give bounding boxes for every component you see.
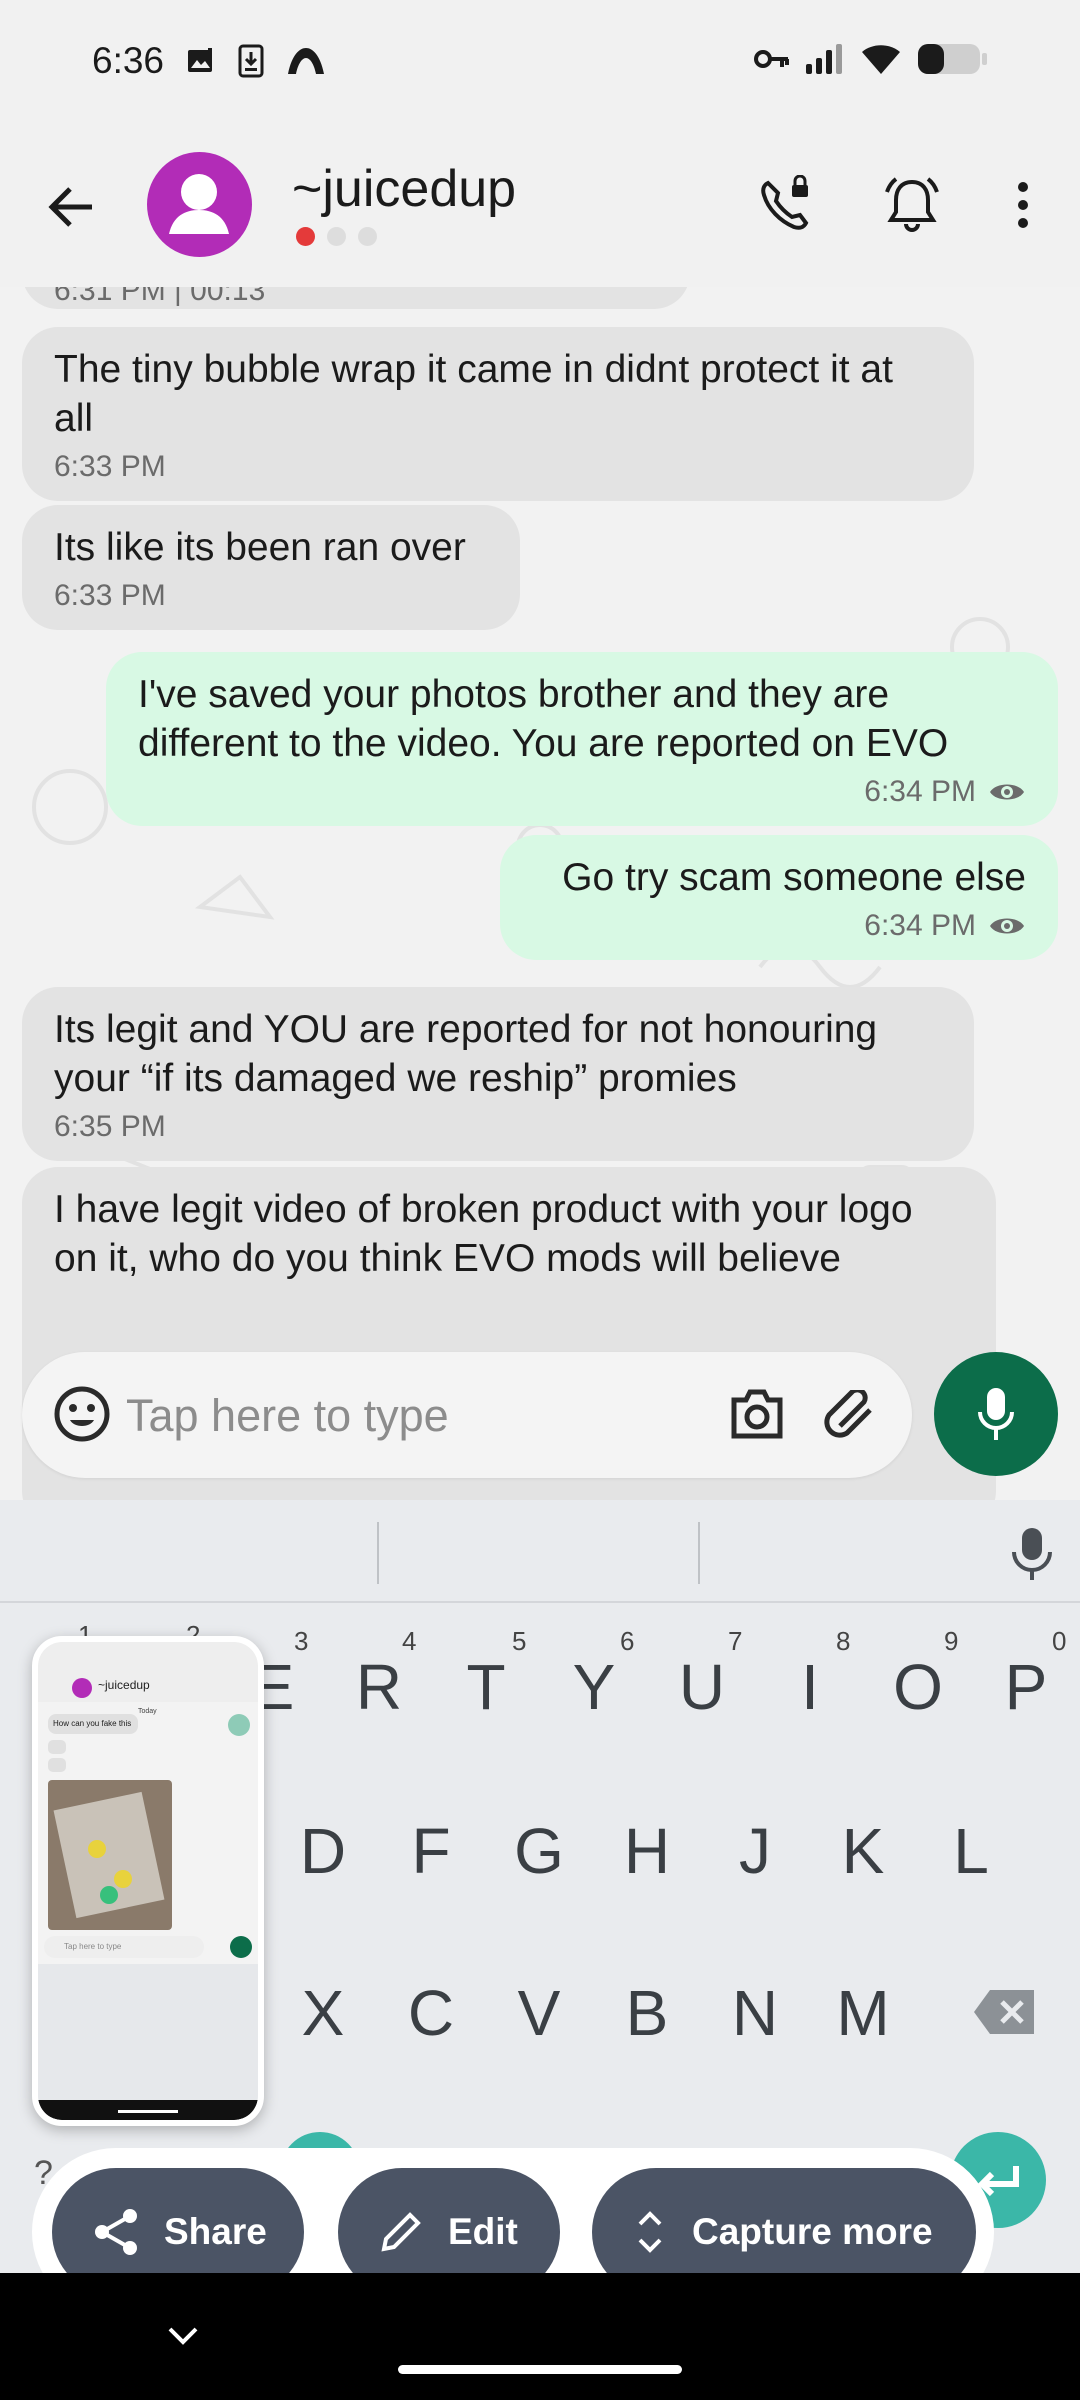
edit-label: Edit (448, 2211, 518, 2252)
download-icon (238, 44, 264, 78)
status-icons-right (754, 42, 988, 76)
key-u[interactable]: U (657, 1650, 747, 1724)
key-v[interactable]: V (494, 1976, 584, 2050)
expand-icon (638, 2211, 662, 2253)
status-time: 6:36 (92, 40, 165, 81)
message-bubble-incoming[interactable]: The tiny bubble wrap it came in didnt pr… (22, 327, 974, 501)
message-composer[interactable]: Tap here to type (22, 1352, 912, 1478)
key-icon (754, 50, 789, 68)
key-c[interactable]: C (386, 1976, 476, 2050)
key-h[interactable]: H (602, 1814, 692, 1888)
chat-area[interactable]: 6:31 PM | 00:13 The tiny bubble wrap it … (0, 287, 1080, 1500)
keyboard-mic-icon[interactable] (1010, 1526, 1054, 1582)
preview-message: How can you fake this (48, 1714, 138, 1734)
emoji-icon[interactable] (52, 1384, 112, 1444)
message-input[interactable]: Tap here to type (126, 1390, 449, 1442)
more-options-button[interactable] (988, 170, 1058, 240)
key-m[interactable]: M (818, 1976, 908, 2050)
message-text: The tiny bubble wrap it came in didnt pr… (54, 348, 893, 440)
message-text: Go try scam someone else (562, 856, 1026, 899)
camera-icon[interactable] (728, 1386, 786, 1442)
message-meta: 6:34 PM (138, 774, 1026, 810)
message-text: I have legit video of broken product wit… (54, 1188, 913, 1280)
key-b[interactable]: B (602, 1976, 692, 2050)
contact-name[interactable]: ~juicedup (292, 159, 516, 219)
share-icon (95, 2209, 137, 2255)
message-bubble-outgoing[interactable]: I've saved your photos brother and they … (106, 652, 1058, 826)
capture-more-label: Capture more (692, 2211, 933, 2252)
message-bubble-partial[interactable]: 6:31 PM | 00:13 (22, 287, 690, 309)
signal-icon (806, 44, 842, 74)
message-time: 6:34 PM (864, 909, 976, 942)
message-bubble-incoming[interactable]: Its like its been ran over 6:33 PM (22, 505, 520, 630)
key-p[interactable]: P (981, 1650, 1071, 1724)
gallery-icon (188, 48, 212, 72)
voice-message-button[interactable] (934, 1352, 1058, 1476)
preview-date: Today (138, 1708, 157, 1715)
message-time: 6:33 PM (54, 579, 166, 612)
avatar[interactable] (147, 152, 252, 257)
vpn-icon (288, 48, 324, 74)
backspace-icon[interactable] (972, 1988, 1038, 2036)
message-bubble-outgoing[interactable]: Go try scam someone else 6:34 PM (500, 835, 1058, 960)
share-label: Share (164, 2211, 267, 2252)
attach-icon[interactable] (820, 1390, 878, 1440)
pencil-icon (381, 2212, 421, 2252)
chat-header: ~juicedup (0, 125, 1080, 287)
screenshot-preview[interactable]: ~juicedup How can you fake this Today Ta… (32, 1636, 264, 2126)
seen-eye-icon (990, 918, 1024, 934)
key-i[interactable]: I (765, 1650, 855, 1724)
message-time: 6:35 PM (54, 1110, 166, 1143)
key-y[interactable]: Y (549, 1650, 639, 1724)
key-o[interactable]: O (873, 1650, 963, 1724)
key-d[interactable]: D (278, 1814, 368, 1888)
avatar-icon (169, 174, 229, 234)
message-meta: 6:34 PM (532, 908, 1026, 944)
key-f[interactable]: F (386, 1814, 476, 1888)
navigation-bar (0, 2273, 1080, 2400)
key-n[interactable]: N (710, 1976, 800, 2050)
more-vert-icon (1018, 182, 1028, 228)
seen-eye-icon (990, 784, 1024, 800)
message-text: I've saved your photos brother and they … (138, 673, 949, 765)
preview-content: ~juicedup How can you fake this Today Ta… (38, 1642, 258, 2120)
message-time: 6:31 PM | 00:13 (54, 287, 266, 307)
key-l[interactable]: L (926, 1814, 1016, 1888)
back-button[interactable] (44, 177, 104, 237)
preview-photo (48, 1780, 172, 1930)
battery-icon (918, 44, 987, 74)
key-g[interactable]: G (494, 1814, 584, 1888)
microphone-icon (978, 1388, 1014, 1440)
back-arrow-icon (48, 187, 92, 227)
message-text: Its like its been ran over (54, 526, 466, 569)
preview-composer: Tap here to type (44, 1936, 204, 1958)
notifications-button[interactable] (877, 170, 947, 240)
key-r[interactable]: R (334, 1650, 424, 1724)
home-handle[interactable] (398, 2365, 682, 2374)
typing-indicator (296, 227, 377, 246)
key-k[interactable]: K (818, 1814, 908, 1888)
key-j[interactable]: J (710, 1814, 800, 1888)
status-bar: 6:36 (0, 0, 1080, 125)
key-t[interactable]: T (441, 1650, 531, 1724)
suggestion-bar (0, 1500, 1080, 1603)
message-time: 6:34 PM (864, 775, 976, 808)
call-button[interactable] (751, 170, 821, 240)
key-x[interactable]: X (278, 1976, 368, 2050)
bell-icon (885, 177, 939, 232)
chevron-down-icon[interactable] (166, 2325, 200, 2347)
message-text: Its legit and YOU are reported for not h… (54, 1008, 878, 1100)
preview-contact-name: ~juicedup (98, 1678, 150, 1692)
message-time: 6:33 PM (54, 450, 166, 483)
message-bubble-incoming[interactable]: Its legit and YOU are reported for not h… (22, 987, 974, 1161)
phone-lock-icon (761, 175, 809, 230)
wifi-icon (862, 45, 900, 74)
status-icons-left (186, 44, 326, 78)
